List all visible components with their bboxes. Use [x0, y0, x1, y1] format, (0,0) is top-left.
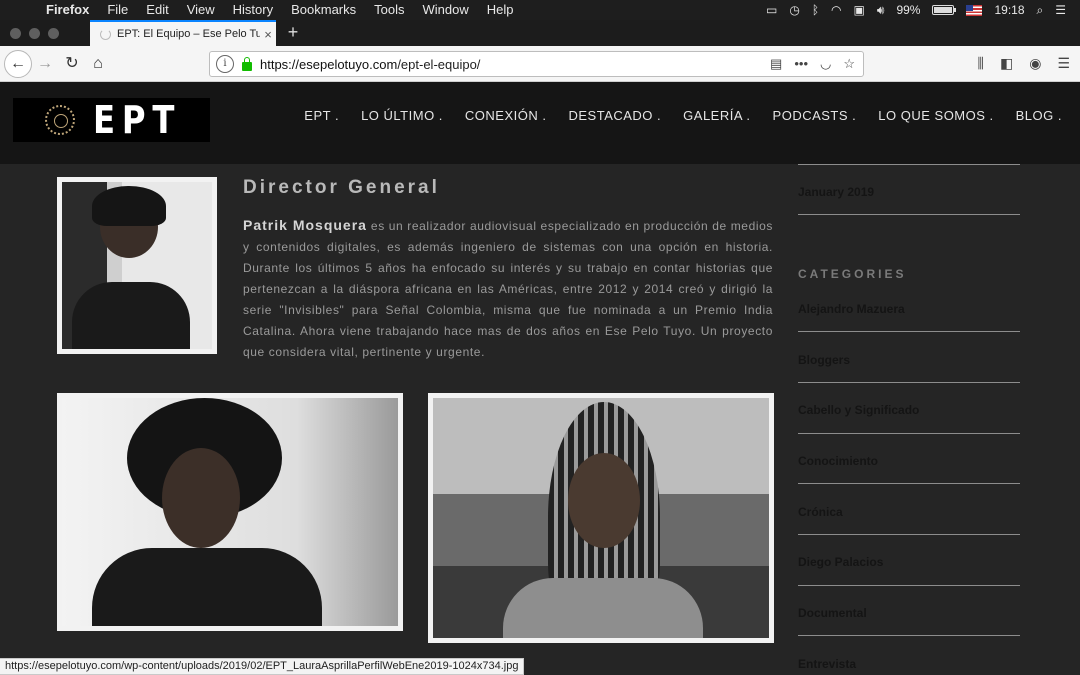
site-header: EPT EPT . LO ÚLTIMO . CONEXIÓN . DESTACA…	[0, 82, 1080, 164]
site-logo[interactable]: EPT	[13, 98, 210, 142]
page-actions-icon[interactable]: •••	[794, 56, 808, 72]
minimize-window-button[interactable]	[29, 28, 40, 39]
url-text[interactable]: https://esepelotuyo.com/ept-el-equipo/	[260, 57, 770, 72]
menu-edit[interactable]: Edit	[137, 0, 177, 20]
tab-active[interactable]: EPT: El Equipo – Ese Pelo Tuyo ×	[90, 20, 276, 46]
categories-heading: CATEGORIES	[798, 267, 907, 281]
sidebar-divider	[798, 214, 1020, 215]
nav-galeria[interactable]: GALERÍA .	[683, 108, 750, 123]
sidebar-divider	[798, 483, 1020, 484]
sidebar-divider	[798, 433, 1020, 434]
sidebar-divider	[798, 331, 1020, 332]
time-machine-icon[interactable]: ◷	[789, 3, 799, 17]
bluetooth-icon[interactable]: ᛒ	[812, 3, 819, 17]
team-member-photo[interactable]	[428, 393, 774, 643]
sidebar-divider	[798, 585, 1020, 586]
ese-pelo-tuyo-seal-icon	[45, 105, 75, 135]
director-portrait-image	[62, 182, 212, 349]
nav-conexion[interactable]: CONEXIÓN .	[465, 108, 547, 123]
back-button[interactable]: ←	[4, 50, 32, 78]
account-icon[interactable]: ◉	[1029, 55, 1041, 72]
wifi-icon[interactable]: ◠	[831, 3, 841, 17]
nav-ept[interactable]: EPT .	[304, 108, 339, 123]
sidebar-divider	[798, 534, 1020, 535]
sidebar-divider	[798, 382, 1020, 383]
menu-window[interactable]: Window	[414, 0, 478, 20]
app-menu[interactable]: Firefox	[46, 0, 98, 20]
nav-blog[interactable]: BLOG .	[1016, 108, 1062, 123]
main-nav: EPT . LO ÚLTIMO . CONEXIÓN . DESTACADO .…	[304, 108, 1062, 123]
category-link[interactable]: Conocimiento	[798, 454, 878, 468]
menu-file[interactable]: File	[98, 0, 137, 20]
team-member-photo[interactable]	[57, 393, 403, 631]
web-page: EPT EPT . LO ÚLTIMO . CONEXIÓN . DESTACA…	[0, 82, 1080, 675]
menu-tools[interactable]: Tools	[365, 0, 413, 20]
macos-menubar: Firefox File Edit View History Bookmarks…	[0, 0, 1080, 20]
battery-icon[interactable]	[932, 5, 957, 15]
sidebar-divider	[798, 635, 1020, 636]
library-icon[interactable]: ⫼	[978, 55, 984, 72]
main-content: Director General Patrik Mosquera es un r…	[0, 164, 1080, 675]
volume-icon[interactable]: 🔊︎	[877, 3, 885, 18]
category-link[interactable]: Crónica	[798, 505, 843, 519]
menu-view[interactable]: View	[178, 0, 224, 20]
menu-help[interactable]: Help	[478, 0, 523, 20]
nav-destacado[interactable]: DESTACADO .	[568, 108, 661, 123]
new-tab-button[interactable]: +	[283, 22, 303, 43]
hamburger-menu-icon[interactable]: ☰	[1057, 55, 1070, 72]
profile-name: Patrik Mosquera	[243, 217, 367, 233]
menu-bookmarks[interactable]: Bookmarks	[282, 0, 365, 20]
navigation-toolbar: ← → ↻ ⌂ i https://esepelotuyo.com/ept-el…	[0, 46, 1080, 82]
nav-lo-ultimo[interactable]: LO ÚLTIMO .	[361, 108, 443, 123]
profile-bio: Patrik Mosquera es un realizador audiovi…	[243, 215, 773, 363]
battery-fill	[934, 7, 953, 13]
window-controls	[10, 28, 59, 39]
spotlight-search-icon[interactable]: ⌕	[1037, 3, 1044, 18]
archive-link-january-2019[interactable]: January 2019	[798, 185, 874, 199]
nav-lo-que-somos[interactable]: LO QUE SOMOS .	[878, 108, 993, 123]
menu-history[interactable]: History	[224, 0, 282, 20]
tab-title: EPT: El Equipo – Ese Pelo Tuyo	[117, 28, 260, 40]
tab-strip: EPT: El Equipo – Ese Pelo Tuyo × +	[0, 20, 1080, 46]
category-link[interactable]: Entrevista	[798, 657, 856, 671]
logo-text: EPT	[93, 98, 182, 142]
home-button[interactable]: ⌂	[86, 50, 110, 78]
url-bar[interactable]: i https://esepelotuyo.com/ept-el-equipo/…	[209, 51, 864, 77]
nav-podcasts[interactable]: PODCASTS .	[773, 108, 857, 123]
category-link[interactable]: Bloggers	[798, 353, 850, 367]
display-icon[interactable]: ▣	[854, 3, 865, 17]
category-link[interactable]: Cabello y Significado	[798, 403, 919, 417]
category-link[interactable]: Documental	[798, 606, 867, 620]
bookmark-star-icon[interactable]: ☆	[843, 56, 855, 72]
url-path: /ept-el-equipo/	[397, 56, 481, 72]
category-link[interactable]: Alejandro Mazuera	[798, 302, 905, 316]
notification-center-icon[interactable]: ☰	[1055, 3, 1066, 17]
team-member-portrait-image	[62, 398, 398, 626]
reload-button[interactable]: ↻	[60, 50, 84, 78]
close-window-button[interactable]	[10, 28, 21, 39]
loading-spinner-icon	[100, 28, 111, 40]
clock[interactable]: 19:18	[994, 3, 1024, 17]
pocket-icon[interactable]: ◡	[820, 56, 831, 72]
url-host: https://esepelotuyo.com	[260, 56, 398, 72]
profile-role: Director General	[243, 177, 440, 198]
sidebar-divider	[798, 164, 1020, 165]
team-member-portrait-image	[433, 398, 769, 638]
site-info-icon[interactable]: i	[216, 55, 234, 73]
close-tab-icon[interactable]: ×	[260, 27, 276, 42]
link-status-bar: https://esepelotuyo.com/wp-content/uploa…	[0, 658, 525, 675]
secure-lock-icon[interactable]	[242, 57, 252, 71]
profile-bio-text: es un realizador audiovisual especializa…	[243, 219, 773, 359]
airplay-icon[interactable]: ▭	[766, 3, 777, 17]
battery-percent: 99%	[896, 3, 921, 17]
forward-button[interactable]: →	[34, 50, 56, 78]
director-photo[interactable]	[57, 177, 217, 354]
category-link[interactable]: Diego Palacios	[798, 555, 883, 569]
sidebar-toggle-icon[interactable]: ◧	[1000, 55, 1013, 72]
reader-view-icon[interactable]: ▤	[770, 56, 782, 72]
us-flag-input-icon[interactable]	[966, 4, 983, 16]
zoom-window-button[interactable]	[48, 28, 59, 39]
